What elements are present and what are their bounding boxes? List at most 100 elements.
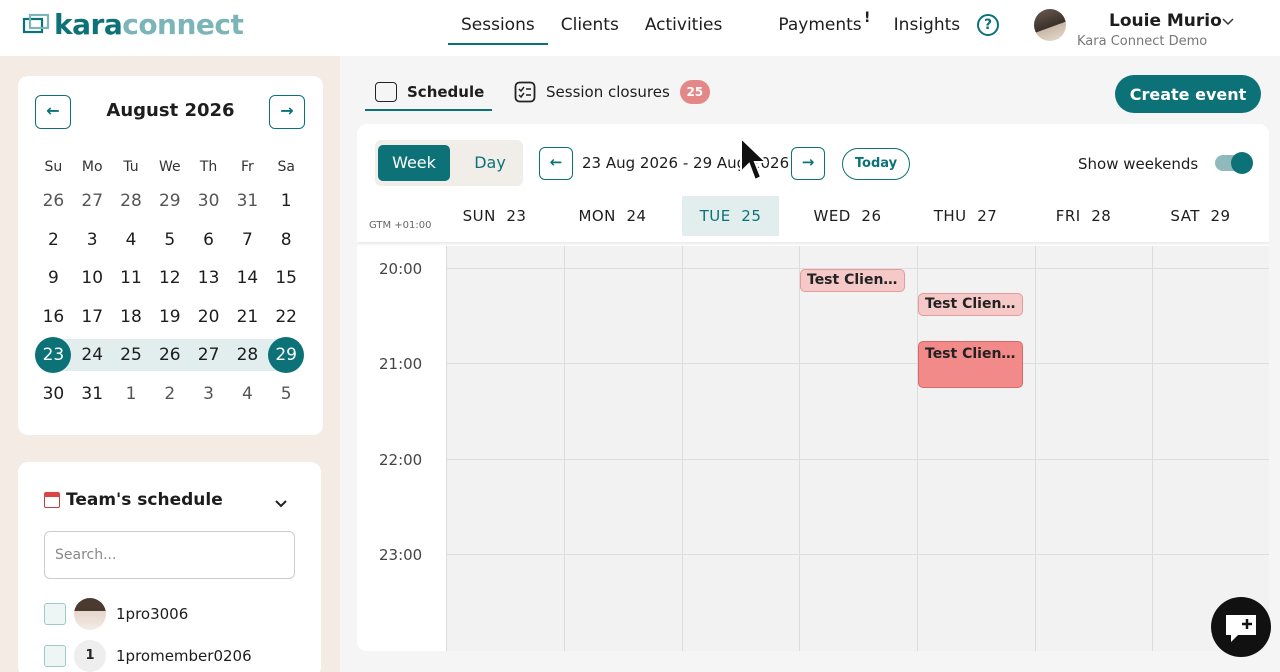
calendar-day[interactable]: 24	[73, 336, 112, 375]
calendar-day[interactable]: 11	[112, 259, 151, 298]
day-name: SAT	[1170, 207, 1200, 225]
calendar-day[interactable]: 1	[112, 375, 151, 414]
calendar-day[interactable]: 3	[73, 221, 112, 260]
chat-launcher-button[interactable]	[1211, 597, 1271, 657]
calendar-day[interactable]: 9	[34, 259, 73, 298]
calendar-day[interactable]: 30	[34, 375, 73, 414]
calendar-day[interactable]: 17	[73, 298, 112, 337]
tab-session-closures[interactable]: Session closures 25	[514, 74, 710, 110]
day-view-button[interactable]: Day	[454, 145, 526, 181]
event-block[interactable]: Test Client...	[918, 293, 1023, 316]
calendar-day[interactable]: 5	[267, 375, 306, 414]
column-divider	[1152, 246, 1153, 651]
calendar-day[interactable]: 25	[112, 336, 151, 375]
kara-connect-logo[interactable]: karaconnect	[22, 8, 244, 41]
calendar-day[interactable]: 31	[73, 375, 112, 414]
calendar-day[interactable]: 5	[150, 221, 189, 260]
team-member-row: 1pro3006	[44, 598, 188, 630]
calendar-day[interactable]: 19	[150, 298, 189, 337]
today-button[interactable]: Today	[842, 148, 910, 180]
calendar-day[interactable]: 16	[34, 298, 73, 337]
day-header-sun[interactable]: SUN 23	[446, 196, 543, 236]
calendar-day[interactable]: 30	[189, 182, 228, 221]
column-divider	[682, 246, 683, 651]
calendar-day[interactable]: 13	[189, 259, 228, 298]
user-avatar[interactable]	[1034, 9, 1066, 41]
day-header-wed[interactable]: WED 26	[799, 196, 896, 236]
calendar-day[interactable]: 21	[228, 298, 267, 337]
day-name: THU	[933, 207, 967, 225]
calendar-day[interactable]: 4	[228, 375, 267, 414]
day-name: FRI	[1055, 207, 1081, 225]
column-divider	[1035, 246, 1036, 651]
time-label: 22:00	[379, 451, 423, 469]
time-grid[interactable]: Test Client... Test Client... Test Clien…	[446, 246, 1269, 651]
day-header-mon[interactable]: MON 24	[564, 196, 661, 236]
day-header-thu[interactable]: THU 27	[917, 196, 1014, 236]
calendar-day[interactable]: 15	[267, 259, 306, 298]
team-member-row: 1 1promember0206	[44, 640, 252, 672]
nav-sessions[interactable]: Sessions	[448, 0, 548, 45]
nav-clients[interactable]: Clients	[548, 0, 632, 45]
calendar-day[interactable]: 27	[73, 182, 112, 221]
calendar-day[interactable]: 10	[73, 259, 112, 298]
calendar-day[interactable]: 3	[189, 375, 228, 414]
nav-insights[interactable]: Insights	[881, 0, 973, 45]
calendar-day-range-end[interactable]: 29	[267, 336, 306, 375]
nav-payments[interactable]: Payments	[765, 0, 874, 45]
calendar-day[interactable]: 31	[228, 182, 267, 221]
prev-week-button[interactable]: ←	[539, 147, 573, 180]
team-schedule-chevron-down-icon[interactable]	[272, 494, 290, 512]
calendar-day[interactable]: 4	[112, 221, 151, 260]
calendar-day[interactable]: 6	[189, 221, 228, 260]
calendar-week-row: 2 3 4 5 6 7 8	[34, 221, 306, 260]
timezone-label: GTM +01:00	[369, 220, 432, 231]
team-search-input[interactable]	[44, 531, 295, 579]
calendar-day[interactable]: 7	[228, 221, 267, 260]
team-schedule-title: Team's schedule	[66, 490, 223, 510]
create-event-button[interactable]: Create event	[1115, 75, 1261, 113]
calendar-day[interactable]: 26	[34, 182, 73, 221]
calendar-day[interactable]: 26	[150, 336, 189, 375]
calendar-day[interactable]: 14	[228, 259, 267, 298]
calendar-day[interactable]: 20	[189, 298, 228, 337]
calendar-day[interactable]: 18	[112, 298, 151, 337]
calendar-day[interactable]: 8	[267, 221, 306, 260]
calendar-week-row: 30 31 1 2 3 4 5	[34, 375, 306, 414]
calendar-day[interactable]: 2	[34, 221, 73, 260]
day-header-sat[interactable]: SAT 29	[1152, 196, 1249, 236]
day-header-tue-today[interactable]: TUE 25	[682, 196, 779, 236]
help-question-icon[interactable]: ?	[977, 14, 999, 36]
user-name[interactable]: Louie Murio	[1109, 11, 1222, 31]
member-checkbox[interactable]	[44, 603, 66, 625]
calendar-day[interactable]: 29	[150, 182, 189, 221]
next-week-button[interactable]: →	[791, 147, 825, 180]
closures-count-badge: 25	[679, 80, 710, 104]
day-number: 28	[1091, 207, 1112, 225]
calendar-day[interactable]: 2	[150, 375, 189, 414]
calendar-day[interactable]: 1	[267, 182, 306, 221]
calendar-day[interactable]: 28	[112, 182, 151, 221]
user-menu-chevron-down-icon[interactable]	[1220, 13, 1236, 29]
event-block[interactable]: Test Client...	[918, 341, 1023, 388]
event-block[interactable]: Test Client...	[800, 269, 905, 292]
calendar-day[interactable]: 22	[267, 298, 306, 337]
member-checkbox[interactable]	[44, 645, 66, 667]
column-divider	[799, 246, 800, 651]
calendar-day[interactable]: 12	[150, 259, 189, 298]
show-weekends-toggle[interactable]	[1215, 152, 1253, 174]
member-name: 1promember0206	[116, 647, 252, 665]
weekday-label: Mo	[81, 159, 103, 175]
calendar-day-range-start[interactable]: 23	[34, 336, 73, 375]
tab-schedule[interactable]: Schedule	[364, 74, 493, 111]
nav-activities[interactable]: Activities	[632, 0, 736, 45]
calendar-day[interactable]: 28	[228, 336, 267, 375]
team-schedule-header[interactable]: Team's schedule	[44, 490, 223, 510]
column-divider	[564, 246, 565, 651]
calendar-emoji-icon	[44, 492, 60, 508]
tab-schedule-label: Schedule	[407, 83, 485, 101]
calendar-next-month-button[interactable]: →	[269, 95, 305, 129]
week-view-button[interactable]: Week	[378, 145, 450, 181]
day-header-fri[interactable]: FRI 28	[1035, 196, 1132, 236]
calendar-day[interactable]: 27	[189, 336, 228, 375]
